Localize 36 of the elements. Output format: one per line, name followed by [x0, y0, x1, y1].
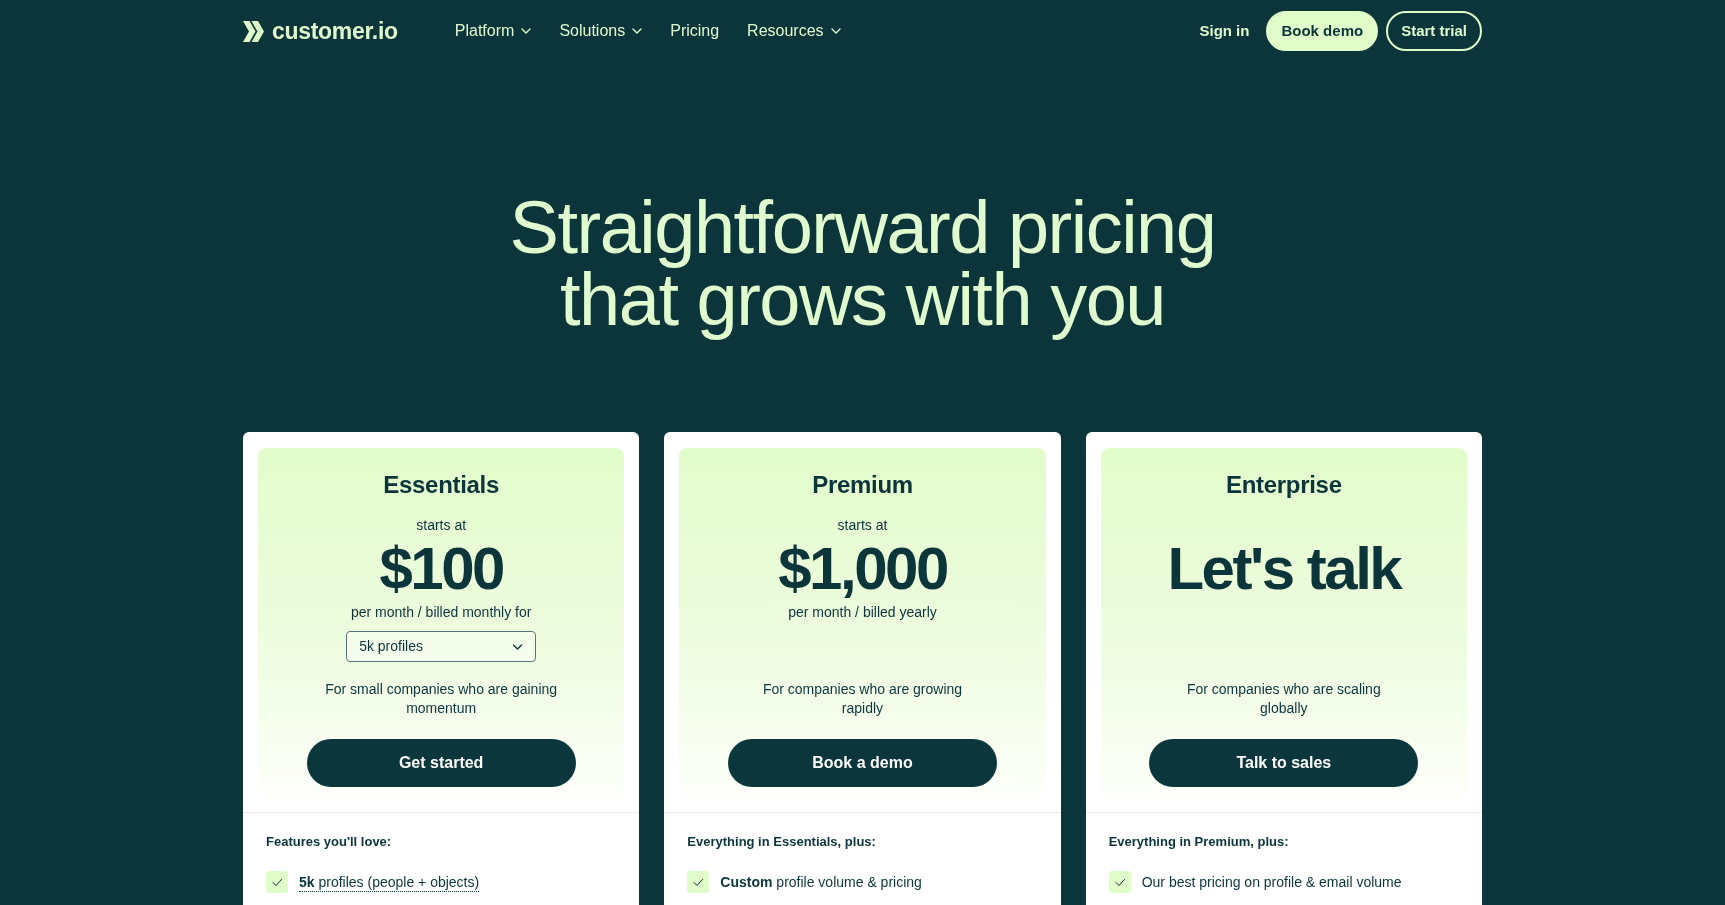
feature-text: 5k profiles (people + objects)	[299, 872, 480, 892]
feature-text: Our best pricing on profile & email volume	[1141, 873, 1402, 891]
billing-period: per month / billed yearly	[787, 603, 938, 622]
profile-count-dropdown[interactable]: 5k profiles	[346, 631, 537, 662]
logo-text[interactable]: customer.io	[272, 19, 398, 43]
plan-description: For small companies who are gaining momentum	[324, 680, 559, 718]
nav-link[interactable]: Resources	[747, 19, 841, 43]
nav-link[interactable]: Solutions	[559, 19, 643, 43]
check-icon	[1108, 871, 1131, 893]
chevron-down-icon	[512, 643, 524, 650]
nav-link[interactable]: Pricing	[670, 19, 720, 43]
plan-description: For companies who are growing rapidly	[761, 680, 964, 718]
features-heading: Features you'll love:	[266, 834, 393, 850]
plan-price: $100	[378, 539, 504, 599]
plan-name: Premium	[811, 470, 914, 499]
start-trial-button[interactable]: Start trial	[1386, 11, 1482, 51]
plan-price: $1,000	[777, 539, 948, 599]
check-icon	[687, 871, 710, 893]
book-demo-button[interactable]: Book demo	[1266, 11, 1379, 51]
feature-text: Custom profile volume & pricing	[720, 873, 922, 891]
nav-link[interactable]: Platform	[454, 19, 532, 43]
plan-description: For companies who are scaling globally	[1185, 680, 1382, 718]
features-heading: Everything in Essentials, plus:	[687, 834, 877, 850]
features-heading: Everything in Premium, plus:	[1108, 834, 1290, 850]
starts-at-label: starts at	[836, 516, 889, 535]
plan-cta-button[interactable]: Get started	[306, 739, 576, 787]
plan-price: Let's talk	[1166, 539, 1403, 599]
double-chevron-icon	[243, 20, 264, 42]
plan-cta-button[interactable]: Talk to sales	[1149, 739, 1419, 787]
sign-in-link[interactable]: Sign in	[1199, 19, 1250, 43]
plan-name: Essentials	[382, 470, 501, 499]
plan-name: Enterprise	[1224, 470, 1343, 499]
starts-at-label: starts at	[415, 516, 468, 535]
check-icon	[266, 871, 288, 893]
plan-cta-button[interactable]: Book a demo	[728, 739, 997, 787]
billing-period: per month / billed monthly for	[349, 603, 533, 622]
